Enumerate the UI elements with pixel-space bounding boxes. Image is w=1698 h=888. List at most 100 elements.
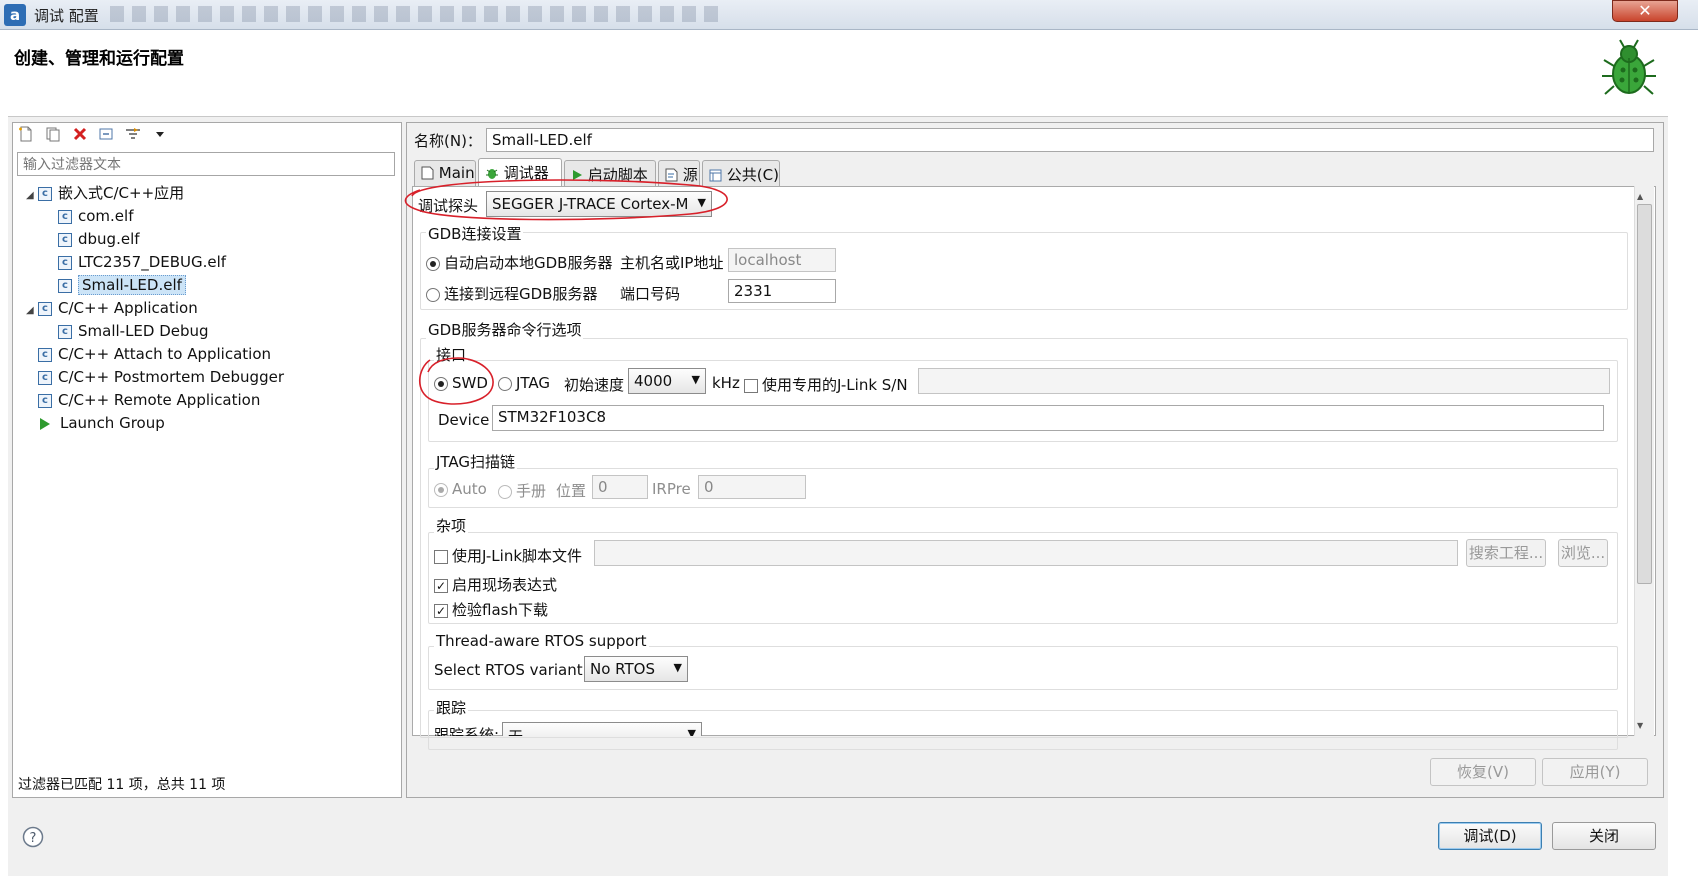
speed-select[interactable]: 4000 ▼ — [628, 368, 706, 394]
jtag-option[interactable]: JTAG — [498, 374, 550, 392]
revert-button[interactable]: 恢复(V) — [1430, 758, 1536, 786]
auto-gdb-label: 自动启动本地GDB服务器 — [444, 254, 613, 272]
jlink-script-field[interactable] — [594, 540, 1458, 566]
tree-item-label: Small-LED.elf — [78, 275, 186, 295]
jlink-sn-field[interactable] — [918, 368, 1610, 394]
tab-common[interactable]: 公共(C) — [702, 160, 780, 186]
tab-startup[interactable]: 启动脚本 — [564, 160, 656, 186]
tree-item[interactable]: c Small-LED.elf — [46, 274, 186, 296]
host-field[interactable]: localhost — [728, 248, 836, 272]
verify-flash-option[interactable]: ✓ 检验flash下载 — [434, 599, 548, 620]
tab-debugger-label: 调试器 — [503, 164, 549, 182]
jtag-manual-label: 手册 — [516, 482, 547, 500]
jtag-radio[interactable] — [498, 376, 512, 391]
tree-item[interactable]: c dbug.elf — [46, 228, 140, 250]
browse-button[interactable]: 浏览... — [1558, 539, 1608, 567]
tree-item-label: C/C++ Remote Application — [58, 391, 261, 409]
jlink-script-checkbox[interactable] — [434, 549, 448, 564]
delete-icon[interactable] — [72, 126, 88, 142]
tree-item-label: LTC2357_DEBUG.elf — [78, 253, 227, 271]
tree-item[interactable]: c C/C++ Attach to Application — [26, 343, 271, 365]
chevron-down-icon: ▼ — [673, 661, 682, 674]
jtag-label: JTAG — [516, 374, 551, 392]
collapse-all-icon[interactable] — [98, 126, 114, 142]
tree-item[interactable]: c C/C++ Postmortem Debugger — [26, 366, 284, 388]
scroll-thumb[interactable] — [1637, 204, 1652, 584]
live-expr-checkbox[interactable]: ✓ — [434, 578, 448, 593]
remote-gdb-label: 连接到远程GDB服务器 — [444, 285, 598, 303]
close-button[interactable]: 关闭 — [1552, 822, 1656, 850]
scroll-up-icon[interactable]: ▲ — [1637, 192, 1643, 201]
debug-button[interactable]: 调试(D) — [1438, 822, 1542, 850]
jtag-auto-option[interactable]: Auto — [434, 480, 487, 498]
new-config-icon[interactable] — [18, 126, 34, 142]
filter-icon[interactable] — [125, 126, 141, 142]
auto-gdb-option[interactable]: 自动启动本地GDB服务器 — [426, 252, 612, 273]
scroll-down-icon[interactable]: ▼ — [1637, 721, 1643, 730]
tree-item[interactable]: ◢ c 嵌入式C/C++应用 — [26, 182, 184, 204]
rtos-variant-value: No RTOS — [590, 660, 655, 678]
jtag-manual-radio[interactable] — [498, 484, 512, 499]
gdb-connection-title: GDB连接设置 — [426, 223, 524, 244]
interface-title: 接口 — [434, 344, 469, 365]
live-expr-option[interactable]: ✓ 启用现场表达式 — [434, 574, 557, 595]
tree-item-label: 嵌入式C/C++应用 — [58, 184, 185, 202]
tab-startup-label: 启动脚本 — [587, 166, 648, 184]
trace-system-value: 无 — [508, 728, 523, 736]
irpre-field[interactable]: 0 — [698, 475, 806, 499]
swd-radio[interactable] — [434, 376, 448, 391]
port-field[interactable]: 2331 — [728, 279, 836, 303]
verify-flash-checkbox[interactable]: ✓ — [434, 603, 448, 618]
auto-gdb-radio[interactable] — [426, 256, 440, 271]
jlink-sn-checkbox[interactable] — [744, 378, 758, 393]
tree-item[interactable]: ◢ c C/C++ Application — [26, 297, 198, 319]
app-icon: a — [4, 4, 26, 26]
irpre-label: IRPre — [652, 480, 691, 498]
chevron-down-icon: ▼ — [697, 196, 706, 209]
background-toolbar-strip — [110, 6, 720, 22]
jtag-auto-radio[interactable] — [434, 482, 448, 497]
jlink-script-option[interactable]: 使用J-Link脚本文件 — [434, 545, 582, 566]
c-config-icon: c — [38, 186, 52, 201]
help-icon[interactable]: ? — [22, 826, 44, 848]
tree-item[interactable]: c com.elf — [46, 205, 133, 227]
close-window-button[interactable]: ✕ — [1612, 0, 1678, 22]
c-config-icon: c — [38, 393, 52, 408]
probe-select[interactable]: SEGGER J-TRACE Cortex-M ▼ — [486, 191, 712, 217]
duplicate-icon[interactable] — [45, 126, 61, 142]
apply-button[interactable]: 应用(Y) — [1542, 758, 1648, 786]
tree-item[interactable]: c LTC2357_DEBUG.elf — [46, 251, 226, 273]
jlink-sn-option[interactable]: 使用专用的J-Link S/N — [744, 374, 908, 395]
tree-item[interactable]: c C/C++ Remote Application — [26, 389, 260, 411]
position-field[interactable]: 0 — [592, 475, 648, 499]
main-tab-icon — [421, 166, 434, 180]
swd-option[interactable]: SWD — [434, 374, 488, 392]
trace-system-label: 跟踪系统: — [434, 726, 500, 736]
search-project-button[interactable]: 搜索工程... — [1466, 539, 1546, 567]
tab-main[interactable]: Main — [414, 160, 476, 186]
tab-debugger[interactable]: 调试器 — [478, 158, 562, 186]
debugger-icon — [486, 169, 498, 179]
tree-item[interactable]: c Small-LED Debug — [46, 320, 209, 342]
device-label: Device — [438, 411, 490, 429]
svg-text:?: ? — [30, 831, 37, 846]
remote-gdb-radio[interactable] — [426, 287, 440, 302]
c-config-icon: c — [38, 370, 52, 385]
trace-system-select[interactable]: 无 ▼ — [502, 722, 702, 736]
expand-arrow-icon[interactable]: ◢ — [26, 300, 38, 322]
device-field[interactable]: STM32F103C8 — [492, 405, 1604, 431]
tab-source[interactable]: 源 — [658, 160, 700, 186]
rtos-variant-label: Select RTOS variant: — [434, 661, 588, 679]
content-scrollbar[interactable]: ▲ ▼ — [1634, 186, 1654, 736]
jtag-manual-option[interactable]: 手册 — [498, 480, 546, 501]
expand-arrow-icon[interactable]: ◢ — [26, 185, 38, 207]
tree-item-label: com.elf — [78, 207, 134, 225]
live-expr-label: 启用现场表达式 — [452, 576, 558, 594]
name-field[interactable]: Small-LED.elf — [486, 128, 1654, 152]
filter-input[interactable] — [17, 152, 395, 176]
remote-gdb-option[interactable]: 连接到远程GDB服务器 — [426, 283, 597, 304]
rtos-variant-select[interactable]: No RTOS ▼ — [584, 656, 688, 682]
filter-status: 过滤器已匹配 11 项，总共 11 项 — [18, 777, 226, 793]
tree-item[interactable]: Launch Group — [26, 412, 165, 434]
dropdown-arrow-icon[interactable] — [152, 126, 168, 142]
